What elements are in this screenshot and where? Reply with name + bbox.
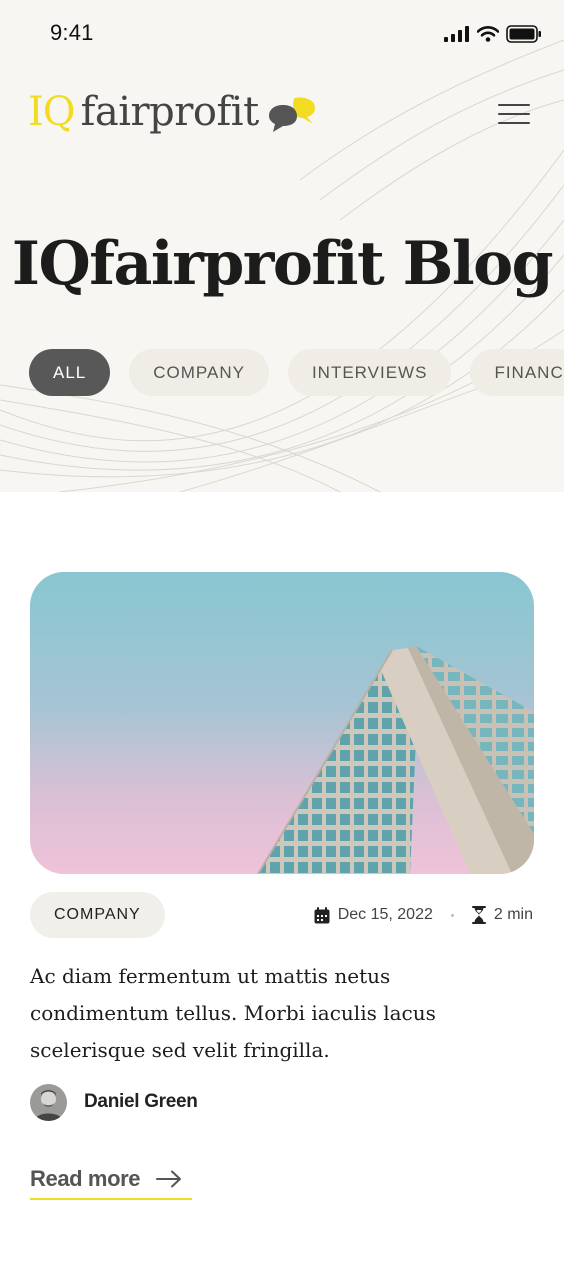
filter-chip-all[interactable]: ALL bbox=[29, 349, 111, 396]
post-author[interactable]: Daniel Green bbox=[30, 1083, 198, 1121]
status-bar: 9:41 bbox=[0, 0, 564, 66]
status-icons bbox=[444, 24, 542, 44]
post-excerpt[interactable]: Ac diam fermentum ut mattis netus condim… bbox=[30, 958, 534, 1069]
avatar bbox=[30, 1083, 67, 1121]
brand-logo[interactable]: IQ fairprofit bbox=[28, 84, 319, 140]
read-more-label: Read more bbox=[30, 1166, 141, 1191]
post-image[interactable] bbox=[30, 572, 534, 874]
hero-section: 9:41 IQ fairprofit IQfairprofit Blog ALL… bbox=[0, 0, 564, 492]
post-category-tag[interactable]: COMPANY bbox=[30, 892, 165, 938]
logo-word: fairprofit bbox=[80, 89, 260, 135]
post-meta: Dec 15, 2022 2 min bbox=[314, 903, 533, 927]
read-more-link[interactable]: Read more bbox=[30, 1160, 192, 1200]
hourglass-icon bbox=[471, 906, 486, 924]
menu-line bbox=[498, 122, 530, 124]
filter-chip-company[interactable]: COMPANY bbox=[129, 349, 269, 396]
speech-bubbles-icon bbox=[268, 97, 315, 132]
post-date: Dec 15, 2022 bbox=[337, 906, 433, 923]
author-name: Daniel Green bbox=[84, 1091, 198, 1112]
battery-icon bbox=[506, 25, 541, 43]
building-photo bbox=[30, 572, 534, 874]
calendar-icon bbox=[314, 906, 330, 923]
hamburger-menu-icon[interactable] bbox=[498, 102, 530, 126]
menu-line bbox=[498, 104, 530, 106]
filter-chip-finance[interactable]: FINANCE bbox=[470, 349, 564, 396]
arrow-right-icon bbox=[156, 1170, 182, 1188]
meta-separator bbox=[450, 913, 454, 917]
status-time: 9:41 bbox=[50, 20, 94, 45]
wifi-icon bbox=[477, 26, 499, 42]
author-avatar-icon bbox=[30, 1083, 67, 1121]
category-filters: ALL COMPANY INTERVIEWS FINANCE bbox=[29, 349, 564, 396]
page-title: IQfairprofit Blog bbox=[11, 229, 554, 299]
filter-chip-interviews[interactable]: INTERVIEWS bbox=[287, 349, 452, 396]
logo-iq: IQ bbox=[28, 89, 76, 135]
blog-page: 9:41 IQ fairprofit IQfairprofit Blog ALL… bbox=[0, 0, 564, 1270]
post-read-time: 2 min bbox=[493, 906, 533, 923]
signal-icon bbox=[444, 26, 469, 42]
menu-line bbox=[498, 113, 530, 115]
